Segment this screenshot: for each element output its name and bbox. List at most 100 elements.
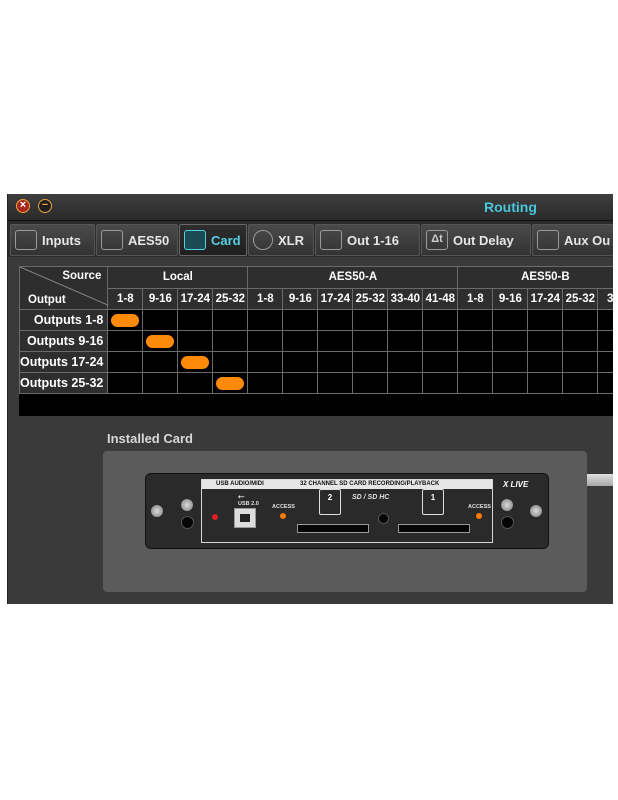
usb-audio-label: USB AUDIO/MIDI (216, 481, 264, 487)
column-header: 33-40 (387, 287, 424, 310)
routing-cell[interactable] (142, 351, 179, 373)
routing-cell[interactable] (387, 351, 424, 373)
screw-icon (181, 499, 193, 511)
routing-cell[interactable] (527, 372, 564, 394)
routing-cell[interactable] (177, 330, 214, 352)
routing-cell[interactable] (317, 351, 354, 373)
routing-cell[interactable] (247, 372, 284, 394)
routing-cell[interactable] (142, 372, 179, 394)
routing-cell[interactable] (177, 351, 214, 373)
routing-cell[interactable] (527, 351, 564, 373)
routing-cell[interactable] (457, 351, 494, 373)
delay-icon: Δt (426, 230, 448, 250)
tab-inputs[interactable]: Inputs (10, 224, 95, 256)
routing-cell[interactable] (317, 309, 354, 331)
faceplate-header: USB AUDIO/MIDI 32 CHANNEL SD CARD RECORD… (202, 480, 492, 489)
routing-cell[interactable] (597, 372, 613, 394)
close-icon[interactable]: × (16, 199, 30, 213)
routing-cell[interactable] (422, 351, 459, 373)
routing-cell[interactable] (212, 309, 249, 331)
routing-cell[interactable] (247, 309, 284, 331)
routing-cell[interactable] (247, 351, 284, 373)
routing-cell[interactable] (562, 351, 599, 373)
tab-card[interactable]: Card (179, 224, 247, 256)
screw-icon (151, 505, 163, 517)
sd-slot-2-icon: 2 (319, 489, 341, 515)
routing-cell[interactable] (527, 330, 564, 352)
routing-cell[interactable] (317, 372, 354, 394)
sd-slot-2[interactable] (297, 524, 369, 533)
routing-cell[interactable] (107, 372, 144, 394)
routing-cell[interactable] (492, 351, 529, 373)
tab-aes50[interactable]: AES50 (96, 224, 178, 256)
access-led-icon (280, 513, 286, 519)
table-row: Outputs 25-32 (18, 372, 613, 394)
route-selected-indicator (146, 335, 175, 348)
output-icon (101, 230, 123, 250)
routing-cell[interactable] (422, 309, 459, 331)
tab-label: Out 1-16 (347, 232, 400, 248)
column-header: 25-32 (562, 287, 599, 310)
table-row: Outputs 1-8 (18, 309, 613, 331)
routing-cell[interactable] (282, 351, 319, 373)
mount-hole-icon (181, 516, 194, 529)
routing-cell[interactable] (282, 309, 319, 331)
routing-cell[interactable] (282, 372, 319, 394)
access-label: ACCESS (272, 504, 295, 510)
routing-cell[interactable] (457, 372, 494, 394)
routing-cell[interactable] (247, 330, 284, 352)
routing-cell[interactable] (317, 330, 354, 352)
routing-cell[interactable] (177, 372, 214, 394)
routing-cell[interactable] (212, 330, 249, 352)
tab-out-1-16[interactable]: Out 1-16 (315, 224, 420, 256)
input-icon (15, 230, 37, 250)
routing-cell[interactable] (282, 330, 319, 352)
routing-cell[interactable] (492, 330, 529, 352)
routing-cell[interactable] (387, 309, 424, 331)
routing-cell[interactable] (142, 309, 179, 331)
routing-cell[interactable] (422, 330, 459, 352)
sd-slot-1[interactable] (398, 524, 470, 533)
tab-aux-out[interactable]: Aux Ou (532, 224, 613, 256)
usb-version-label: USB 2.0 (238, 501, 259, 507)
column-header: 1-8 (107, 287, 144, 310)
routing-cell[interactable] (457, 330, 494, 352)
column-header: 1-8 (457, 287, 494, 310)
routing-cell[interactable] (212, 372, 249, 394)
usb-port-icon (234, 508, 256, 528)
routing-cell[interactable] (352, 372, 389, 394)
routing-cell[interactable] (142, 330, 179, 352)
routing-cell[interactable] (597, 351, 613, 373)
routing-cell[interactable] (352, 330, 389, 352)
minimize-icon[interactable]: − (38, 199, 52, 213)
routing-cell[interactable] (212, 351, 249, 373)
card-faceplate: USB AUDIO/MIDI 32 CHANNEL SD CARD RECORD… (201, 479, 493, 543)
routing-cell[interactable] (597, 330, 613, 352)
routing-cell[interactable] (457, 309, 494, 331)
routing-cell[interactable] (562, 309, 599, 331)
routing-cell[interactable] (597, 309, 613, 331)
sd-recording-label: 32 CHANNEL SD CARD RECORDING/PLAYBACK (300, 481, 440, 487)
routing-cell[interactable] (352, 351, 389, 373)
column-header: 9-16 (282, 287, 319, 310)
slot-number: 1 (430, 493, 436, 502)
routing-cell[interactable] (107, 309, 144, 331)
group-header: Local (107, 266, 249, 289)
access-label: ACCESS (468, 504, 491, 510)
tab-xlr[interactable]: XLR (248, 224, 314, 256)
routing-cell[interactable] (107, 351, 144, 373)
output-icon (537, 230, 559, 250)
routing-cell[interactable] (562, 330, 599, 352)
routing-cell[interactable] (562, 372, 599, 394)
tab-out-delay[interactable]: Δt Out Delay (421, 224, 531, 256)
routing-cell[interactable] (492, 309, 529, 331)
routing-cell[interactable] (107, 330, 144, 352)
routing-cell[interactable] (387, 372, 424, 394)
tab-bar: Inputs AES50 Card XLR Out 1-16 Δt Out De… (8, 221, 613, 257)
routing-cell[interactable] (387, 330, 424, 352)
routing-cell[interactable] (527, 309, 564, 331)
routing-cell[interactable] (177, 309, 214, 331)
routing-cell[interactable] (492, 372, 529, 394)
routing-cell[interactable] (422, 372, 459, 394)
routing-cell[interactable] (352, 309, 389, 331)
